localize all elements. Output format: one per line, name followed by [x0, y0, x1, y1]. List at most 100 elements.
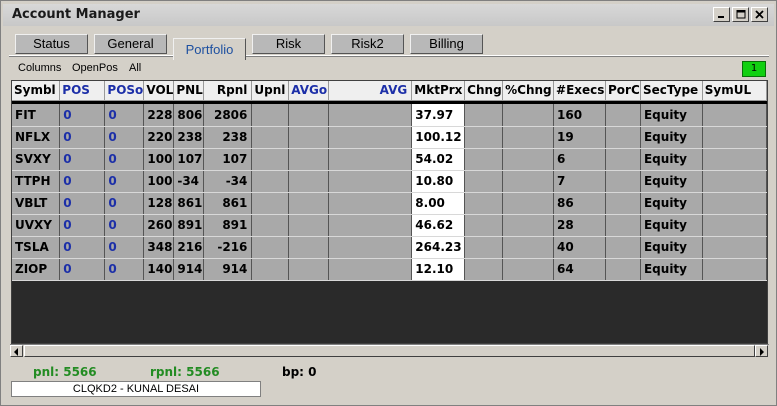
- cell-execs: 40: [553, 236, 606, 259]
- cell-avgo: [288, 104, 330, 127]
- columns-menu[interactable]: Columns: [18, 62, 61, 74]
- positions-table: Symbl POS POSo VOL PNL Rpnl Upnl AVGo AV…: [12, 81, 767, 281]
- cell-rpnl: 2806: [203, 104, 253, 127]
- cell-avgo: [288, 170, 330, 193]
- tab-status[interactable]: Status: [15, 34, 88, 54]
- cell-mktprx: 264.23: [411, 236, 466, 259]
- table-row[interactable]: UVXY 0 0 260 891 891 46.62 28 Equity: [12, 214, 767, 237]
- tab-general[interactable]: General: [94, 34, 167, 54]
- table-row[interactable]: FIT 0 0 228 806 2806 37.97 160 Equity: [12, 104, 767, 127]
- cell-sectype: Equity: [640, 258, 703, 281]
- cell-pct-chng: [502, 214, 555, 237]
- horizontal-scrollbar[interactable]: [10, 344, 769, 357]
- col-rpnl[interactable]: Rpnl: [203, 81, 253, 101]
- table-row[interactable]: NFLX 0 0 220 238 238 100.12 19 Equity: [12, 126, 767, 149]
- cell-mktprx: 37.97: [411, 104, 466, 127]
- cell-vol: 128: [143, 192, 175, 215]
- cell-symul: [702, 148, 767, 171]
- cell-vol: 220: [143, 126, 175, 149]
- cell-vol: 140: [143, 258, 175, 281]
- cell-symbl: NFLX: [12, 126, 61, 149]
- col-pct-chng[interactable]: %Chng: [502, 81, 555, 101]
- cell-pct-chng: [502, 236, 555, 259]
- col-vol[interactable]: VOL: [143, 81, 175, 101]
- col-avgo[interactable]: AVGo: [288, 81, 330, 101]
- cell-mktprx: 12.10: [411, 258, 466, 281]
- col-porc[interactable]: PorC: [605, 81, 641, 101]
- table-row[interactable]: SVXY 0 0 100 107 107 54.02 6 Equity: [12, 148, 767, 171]
- cell-poso: 0: [104, 126, 145, 149]
- col-pnl[interactable]: PNL: [173, 81, 204, 101]
- col-symul[interactable]: SymUL: [702, 81, 767, 101]
- cell-pnl: 914: [173, 258, 204, 281]
- cell-sectype: Equity: [640, 236, 703, 259]
- cell-upnl: [251, 104, 290, 127]
- cell-poso: 0: [104, 192, 145, 215]
- all-filter[interactable]: All: [129, 62, 141, 74]
- cell-mktprx: 46.62: [411, 214, 466, 237]
- col-mktprx[interactable]: MktPrx: [411, 81, 466, 101]
- col-avg[interactable]: AVG: [328, 81, 413, 101]
- close-button[interactable]: [751, 7, 768, 22]
- cell-pnl: 238: [173, 126, 204, 149]
- close-icon: [755, 10, 764, 19]
- cell-upnl: [251, 192, 290, 215]
- cell-porc: [605, 258, 641, 281]
- cell-symbl: ZIOP: [12, 258, 61, 281]
- cell-pct-chng: [502, 192, 555, 215]
- cell-rpnl: -216: [203, 236, 253, 259]
- cell-execs: 19: [553, 126, 606, 149]
- col-execs[interactable]: #Execs: [553, 81, 606, 101]
- col-sectype[interactable]: SecType: [640, 81, 703, 101]
- maximize-icon: [736, 10, 745, 19]
- tab-risk2[interactable]: Risk2: [331, 34, 404, 54]
- cell-avg: [328, 192, 413, 215]
- col-chng[interactable]: Chng: [464, 81, 504, 101]
- maximize-button[interactable]: [732, 7, 749, 22]
- openpos-filter[interactable]: OpenPos: [72, 62, 118, 74]
- tab-portfolio[interactable]: Portfolio: [173, 38, 246, 60]
- connection-indicator: 1: [742, 61, 766, 77]
- cell-porc: [605, 214, 641, 237]
- title-bar[interactable]: Account Manager: [3, 4, 774, 26]
- col-upnl[interactable]: Upnl: [251, 81, 290, 101]
- cell-sectype: Equity: [640, 214, 703, 237]
- col-symbl[interactable]: Symbl: [12, 81, 61, 101]
- cell-rpnl: -34: [203, 170, 253, 193]
- window-controls: [713, 7, 768, 22]
- status-bar: pnl: 5566 rpnl: 5566 bp: 0 CLQKD2 - KUNA…: [9, 363, 769, 401]
- minimize-button[interactable]: [713, 7, 730, 22]
- table-row[interactable]: TTPH 0 0 100 -34 -34 10.80 7 Equity: [12, 170, 767, 193]
- cell-symul: [702, 192, 767, 215]
- grid-body: FIT 0 0 228 806 2806 37.97 160 Equity NFLX 0 0 220 23…: [12, 104, 767, 281]
- col-pos[interactable]: POS: [59, 81, 106, 101]
- scroll-thumb[interactable]: [24, 345, 755, 357]
- cell-upnl: [251, 258, 290, 281]
- table-row[interactable]: TSLA 0 0 348 216 -216 264.23 40 Equity: [12, 236, 767, 259]
- cell-pos: 0: [59, 258, 106, 281]
- window-title: Account Manager: [12, 7, 140, 22]
- table-row[interactable]: VBLT 0 0 128 861 861 8.00 86 Equity: [12, 192, 767, 215]
- cell-rpnl: 238: [203, 126, 253, 149]
- cell-rpnl: 891: [203, 214, 253, 237]
- cell-symbl: TTPH: [12, 170, 61, 193]
- cell-pct-chng: [502, 148, 555, 171]
- cell-pnl: 216: [173, 236, 204, 259]
- scroll-left-button[interactable]: [10, 345, 23, 357]
- cell-avg: [328, 126, 413, 149]
- cell-mktprx: 54.02: [411, 148, 466, 171]
- cell-upnl: [251, 126, 290, 149]
- tab-risk[interactable]: Risk: [252, 34, 325, 54]
- table-row[interactable]: ZIOP 0 0 140 914 914 12.10 64 Equity: [12, 258, 767, 281]
- cell-avgo: [288, 258, 330, 281]
- positions-grid[interactable]: Symbl POS POSo VOL PNL Rpnl Upnl AVGo AV…: [11, 80, 768, 344]
- cell-avg: [328, 170, 413, 193]
- cell-symul: [702, 214, 767, 237]
- cell-vol: 100: [143, 170, 175, 193]
- cell-symbl: SVXY: [12, 148, 61, 171]
- tab-billing[interactable]: Billing: [410, 34, 483, 54]
- minimize-icon: [718, 16, 724, 18]
- scroll-right-button[interactable]: [755, 345, 768, 357]
- col-poso[interactable]: POSo: [104, 81, 145, 101]
- cell-upnl: [251, 236, 290, 259]
